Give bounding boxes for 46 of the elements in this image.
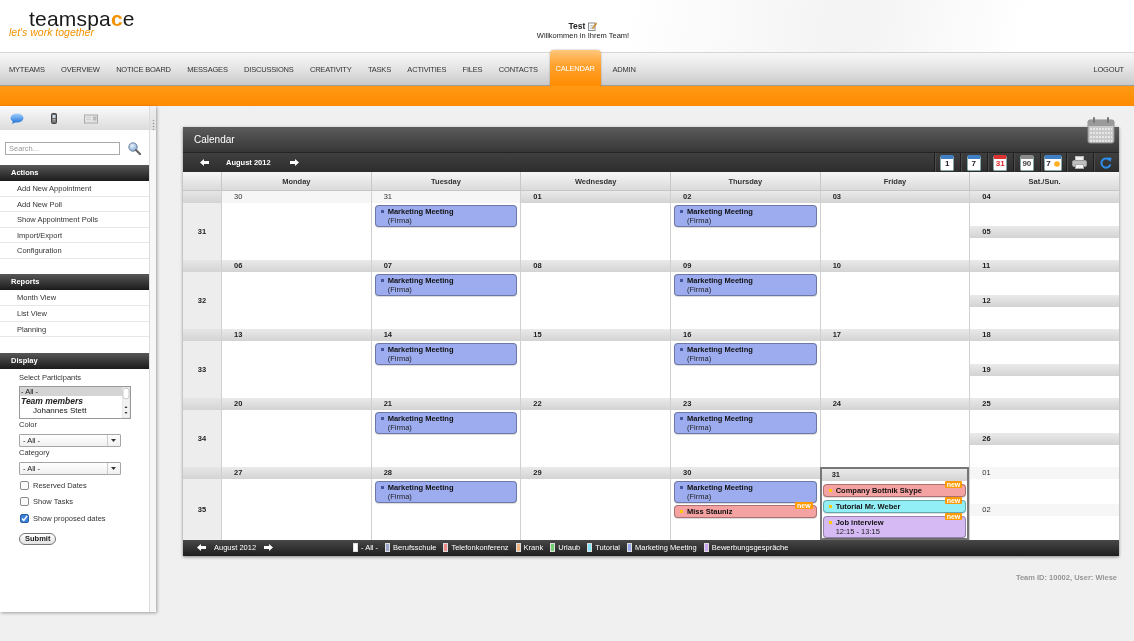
arrow-left-icon [200,159,209,166]
refresh-button[interactable] [1100,156,1113,169]
bullet-icon [680,417,683,420]
checkbox[interactable] [20,497,29,507]
logo-tagline: let's work together [9,27,94,38]
bullet-icon [380,348,384,351]
calendar-icon[interactable] [1087,116,1115,144]
print-button[interactable] [1072,156,1088,169]
edit-icon[interactable] [588,21,598,31]
bullet-icon [680,279,683,282]
grip-icon [151,119,155,131]
day-view-button[interactable]: 1 [940,154,955,171]
previous-month-button[interactable] [197,157,212,168]
calendar-title: Calendar [183,127,1119,152]
week-view-button[interactable]: 7 [966,154,981,171]
bullet-icon [680,210,683,213]
sun-icon [1054,161,1061,167]
quarter-view-button[interactable]: 90 [1019,154,1034,171]
listbox-option[interactable]: Johannes Stett [20,405,122,415]
bullet-icon [828,489,832,492]
bullet-icon [828,505,832,508]
year-view-button[interactable]: 7 [1044,154,1063,171]
bullet-icon [828,521,832,524]
chat-bubble-icon[interactable] [10,112,24,124]
user-name: Test [568,21,586,31]
checkbox[interactable] [20,513,29,523]
logo-wordmark: teamspace [29,8,135,29]
option-group-label: Team members [20,395,85,406]
sidebar-resize-handle[interactable] [149,106,156,612]
printer-icon [1072,156,1088,169]
refresh-icon [1100,156,1113,169]
arrow-right-icon [264,544,274,551]
search-icon[interactable] [128,141,141,155]
bullet-icon [380,210,384,213]
checkbox[interactable] [20,480,29,490]
bullet-icon [380,486,384,489]
previous-month-button[interactable] [194,542,209,553]
bullet-icon [680,510,683,513]
bullet-icon [680,348,683,351]
month-view-button[interactable]: 31 [993,154,1008,171]
bullet-icon [380,279,384,282]
arrow-right-icon [289,159,299,166]
bullet-icon [380,417,384,420]
arrow-left-icon [197,544,206,551]
bullet-icon [680,486,683,489]
listbox-scrollbar[interactable] [122,386,130,418]
